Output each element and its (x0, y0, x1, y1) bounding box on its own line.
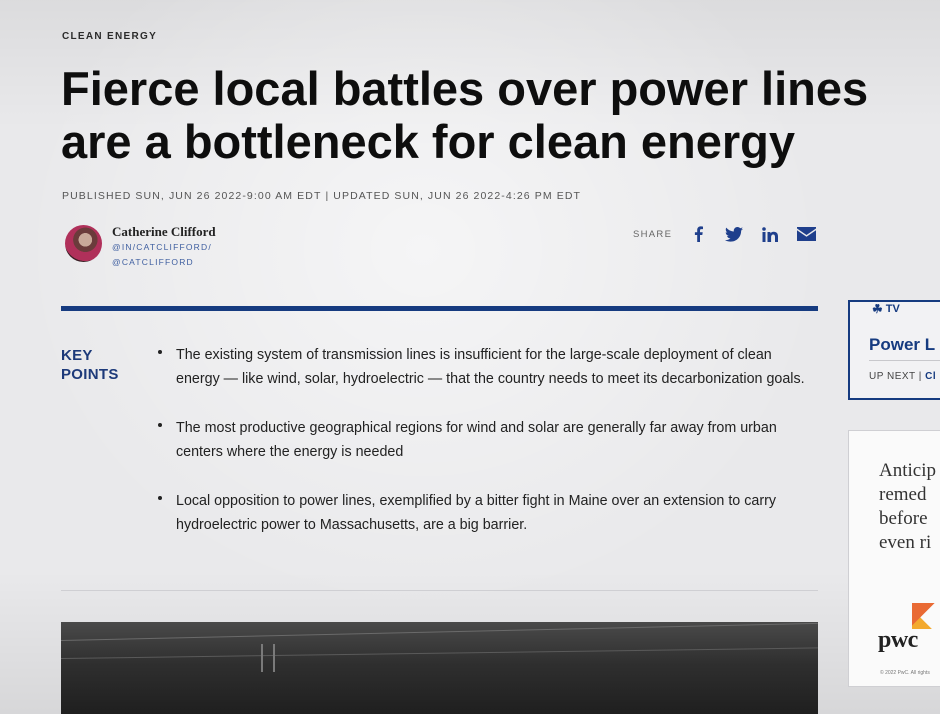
pwc-logo-text: pwc (878, 627, 918, 653)
key-point-item: The most productive geographical regions… (158, 417, 808, 464)
pwc-logo-mark (912, 603, 940, 629)
section-label[interactable]: CLEAN ENERGY (62, 31, 157, 42)
key-points-title-line-2: POINTS (61, 366, 119, 383)
article-headline: Fierce local battles over power lines ar… (61, 62, 940, 168)
twitter-icon[interactable] (724, 224, 744, 244)
author-name[interactable]: Catherine Clifford (112, 224, 216, 240)
key-point-item: Local opposition to power lines, exempli… (158, 490, 808, 537)
key-points-bottom-rule (61, 590, 818, 591)
ad-copyright: © 2022 PwC. All rights (880, 670, 930, 676)
author-twitter-link[interactable]: @CATCLIFFORD (112, 257, 194, 267)
tv-logo[interactable]: ☘ TV (872, 302, 900, 316)
updated-date: UPDATED SUN, JUN 26 2022-4:26 PM EDT (333, 190, 582, 202)
linkedin-icon[interactable] (760, 224, 780, 244)
headline-line-2: are a bottleneck for clean energy (61, 115, 796, 168)
tv-widget-divider (869, 360, 940, 361)
tv-up-next[interactable]: UP NEXT | Cl (869, 371, 936, 382)
published-date: PUBLISHED SUN, JUN 26 2022-9:00 AM EDT (62, 190, 322, 202)
power-line-graphic (61, 647, 818, 659)
key-points-title-line-1: KEY (61, 347, 93, 364)
tv-logo-text: TV (885, 303, 900, 315)
author-avatar[interactable] (65, 225, 102, 262)
ad-copy-text: Anticip remed before even ri (879, 460, 936, 553)
power-line-graphic (61, 622, 818, 641)
key-points-top-rule (61, 306, 818, 311)
headline-line-1: Fierce local battles over power lines (61, 62, 869, 115)
email-icon[interactable] (796, 224, 816, 244)
key-points-title: KEY POINTS (61, 346, 119, 384)
share-label: SHARE (633, 228, 673, 240)
share-bar: SHARE (633, 224, 832, 244)
key-point-item: The existing system of transmission line… (158, 344, 808, 391)
up-next-label: UP NEXT | (869, 371, 922, 382)
author-linkedin-link[interactable]: @IN/CATCLIFFORD/ (112, 242, 212, 252)
transmission-tower-graphic (261, 644, 275, 672)
up-next-value: Cl (925, 371, 937, 382)
key-points-list: The existing system of transmission line… (158, 344, 808, 537)
peacock-icon: ☘ (872, 302, 883, 316)
publish-dates: PUBLISHED SUN, JUN 26 2022-9:00 AM EDT | U… (62, 190, 581, 202)
date-separator: | (325, 190, 330, 202)
article-hero-image[interactable] (61, 622, 818, 714)
facebook-icon[interactable] (688, 224, 708, 244)
tv-widget-title[interactable]: Power L (869, 335, 935, 355)
